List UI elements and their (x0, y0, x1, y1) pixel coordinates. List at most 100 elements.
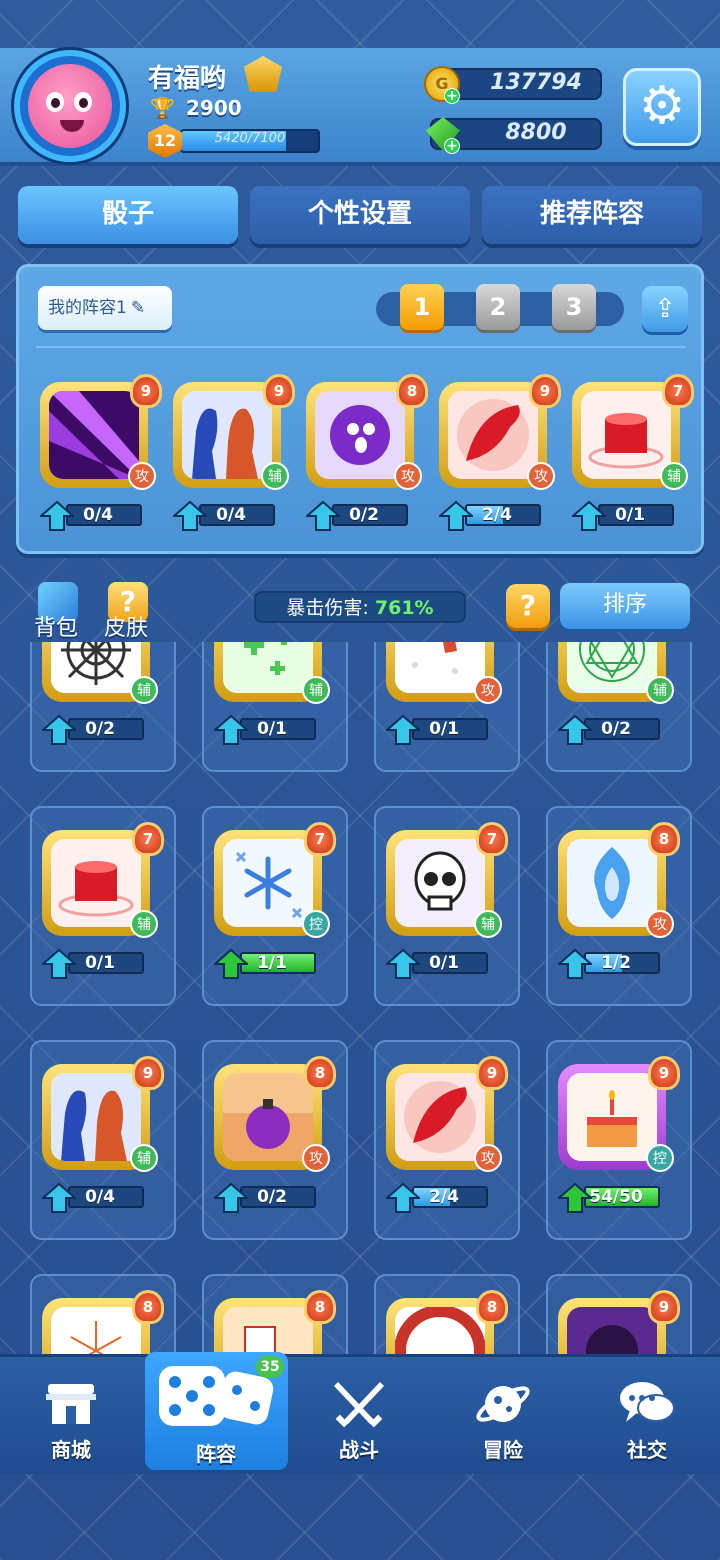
xp-text: 5420/7100 (214, 131, 286, 146)
player-avatar[interactable] (14, 50, 126, 162)
upgrade-progress-text: 0/4 (85, 1187, 115, 1207)
skin-label[interactable]: 皮肤 (104, 610, 148, 642)
loadout-name: 我的阵容1 (48, 298, 127, 318)
dice-card[interactable]: 9 攻 2/4 (382, 1056, 508, 1220)
red-feather-icon (448, 391, 538, 479)
dice-card[interactable]: 7 控 1/1 (210, 822, 336, 986)
dice-level-badge: 8 (476, 1290, 508, 1324)
upgrade-progress-text: 0/1 (615, 505, 645, 525)
dice-level-badge: 9 (529, 374, 561, 408)
nav-shop[interactable]: 商城 (16, 1366, 126, 1466)
dice-card[interactable]: 7 辅 0/1 (38, 822, 164, 986)
dice-card[interactable]: 9 (554, 1290, 680, 1354)
loadout-page-1[interactable]: 1 (400, 284, 444, 330)
settings-gear-icon[interactable]: ⚙ (623, 68, 701, 146)
dice-card[interactable]: 8 攻 0/2 (302, 374, 428, 538)
green-sparkle-icon (223, 642, 313, 693)
nav-adventure[interactable]: 冒险 (448, 1366, 558, 1466)
nav-battle-label: 战斗 (339, 1438, 379, 1462)
dice-card[interactable]: 9 攻 2/4 (435, 374, 561, 538)
dice-level-badge: 8 (304, 1290, 336, 1324)
tab-recommended[interactable]: 推荐阵容 (482, 186, 702, 244)
dice-role-badge: 攻 (527, 462, 555, 490)
upgrade-progress-text: 1/1 (257, 953, 287, 973)
tab-dice[interactable]: 骰子 (18, 186, 238, 244)
dice-card[interactable]: 攻 0/1 (382, 642, 502, 752)
red-cylinder-icon (581, 391, 671, 479)
dice-role-badge: 控 (646, 1144, 674, 1172)
dice-card[interactable]: 8 (382, 1290, 508, 1354)
planet-icon (476, 1386, 530, 1422)
upgrade-progress-text: 54/50 (589, 1187, 643, 1207)
dice-card[interactable]: 9 辅 0/4 (38, 1056, 164, 1220)
crit-damage-box: 暴击伤害: 761% (254, 591, 466, 623)
magic-circle-icon (567, 642, 657, 693)
share-icon[interactable]: ⇪ (642, 286, 688, 332)
chat-icon (620, 1382, 675, 1422)
add-gems-icon[interactable]: + (444, 138, 460, 154)
nav-shop-label: 商城 (51, 1438, 91, 1462)
dice-level-badge: 8 (132, 1290, 164, 1324)
dice-role-badge: 攻 (474, 1144, 502, 1172)
dice-collection-grid: 辅 0/2 辅 0/1 攻 0/1 辅 0/2 7 辅 0/1 7 控 1/1 7 辅 0/1 8 攻 1/2 9 辅 0/… (0, 642, 720, 1354)
nav-social[interactable]: 社交 (592, 1366, 702, 1466)
dice-card[interactable]: 7 辅 0/1 (382, 822, 508, 986)
dice-card[interactable]: 8 攻 1/2 (554, 822, 680, 986)
edit-pencil-icon: ✎ (130, 298, 146, 318)
loadout-name-button[interactable]: 我的阵容1 ✎ (38, 286, 172, 330)
upgrade-progress-text: 0/4 (216, 505, 246, 525)
dice-card[interactable]: 9 攻 0/4 (36, 374, 162, 538)
dice-level-badge: 7 (476, 822, 508, 856)
nav-lineup-label: 阵容 (196, 1442, 236, 1466)
crit-damage-label: 暴击伤害: (286, 597, 369, 619)
upgrade-progress-text: 0/2 (349, 505, 379, 525)
gold-amount: 137794 (490, 70, 582, 95)
trophy-count: 2900 (186, 96, 242, 120)
dice-card[interactable]: 9 辅 0/4 (169, 374, 295, 538)
upgrade-progress-text: 0/2 (85, 719, 115, 739)
gun-icon (395, 642, 485, 693)
help-button[interactable]: ? (506, 584, 550, 628)
player-name: 有福哟 (148, 64, 227, 94)
sort-button[interactable]: 排序 (560, 583, 690, 629)
dice-role-badge: 辅 (261, 462, 289, 490)
dark-sigil-icon (567, 1307, 657, 1354)
dice-card[interactable]: 辅 0/2 (38, 642, 158, 752)
dice-card[interactable]: 8 (210, 1290, 336, 1354)
dice-card[interactable]: 辅 0/1 (210, 642, 330, 752)
upgrade-progress-text: 0/1 (85, 953, 115, 973)
dice-card[interactable]: 8 攻 0/2 (210, 1056, 336, 1220)
dice-level-badge: 9 (132, 1056, 164, 1090)
dice-level-badge: 9 (130, 374, 162, 408)
dice-card[interactable]: 9 控 54/50 (554, 1056, 680, 1220)
backpack-label[interactable]: 背包 (34, 610, 78, 642)
dice-role-badge: 攻 (394, 462, 422, 490)
gem-amount: 8800 (505, 120, 567, 145)
red-ring-icon (395, 1307, 485, 1354)
silhouettes-icon (182, 391, 272, 479)
loadout-page-2[interactable]: 2 (476, 284, 520, 330)
purple-orb-icon (315, 391, 405, 479)
dice-level-badge: 9 (648, 1290, 680, 1324)
dice-card[interactable]: 8 (38, 1290, 164, 1354)
firework-icon (51, 1307, 141, 1354)
upgrade-progress-text: 2/4 (429, 1187, 459, 1207)
cake-icon (567, 1073, 657, 1161)
panel-divider (36, 346, 686, 348)
dice-role-badge: 攻 (302, 1144, 330, 1172)
dice-role-badge: 辅 (660, 462, 688, 490)
add-gold-icon[interactable]: + (444, 88, 460, 104)
dice-role-badge: 辅 (130, 1144, 158, 1172)
dice-card[interactable]: 辅 0/2 (554, 642, 674, 752)
dice-role-badge: 控 (302, 910, 330, 938)
nav-lineup[interactable]: 阵容 (159, 1352, 274, 1466)
dice-level-badge: 8 (396, 374, 428, 408)
nav-battle[interactable]: 战斗 (304, 1366, 414, 1466)
dice-level-badge: 9 (648, 1056, 680, 1090)
dice-card[interactable]: 7 辅 0/1 (568, 374, 694, 538)
tab-customize[interactable]: 个性设置 (250, 186, 470, 244)
upgrade-progress-text: 0/1 (429, 719, 459, 739)
nav-social-label: 社交 (627, 1438, 667, 1462)
purple-beam-icon (49, 391, 139, 479)
loadout-page-3[interactable]: 3 (552, 284, 596, 330)
